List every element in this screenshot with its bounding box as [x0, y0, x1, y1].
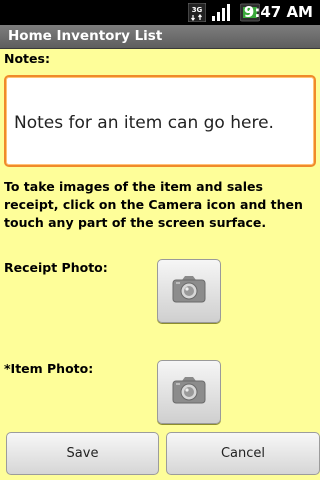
notes-field[interactable]: Notes for an item can go here. — [4, 75, 316, 167]
notes-text: Notes for an item can go here. — [14, 113, 274, 133]
receipt-photo-label: Receipt Photo: — [4, 260, 108, 275]
notes-label: Notes: — [4, 51, 50, 66]
receipt-camera-button[interactable] — [157, 259, 221, 323]
title-bar: Home Inventory List — [0, 25, 320, 49]
camera-icon — [171, 375, 207, 409]
signal-icon — [211, 2, 232, 23]
camera-icon — [171, 274, 207, 308]
save-button[interactable]: Save — [6, 432, 159, 475]
instructions-text: To take images of the item and sales rec… — [4, 179, 303, 230]
item-camera-button[interactable] — [157, 360, 221, 424]
3g-text: 3G — [192, 6, 203, 14]
app-title: Home Inventory List — [8, 28, 163, 44]
3g-icon: 3G — [188, 2, 206, 23]
status-bar: 3G 9:47 AM — [0, 0, 320, 25]
status-time: 9:47 AM — [243, 3, 313, 21]
cancel-button[interactable]: Cancel — [166, 432, 320, 475]
item-photo-label: *Item Photo: — [4, 361, 94, 376]
